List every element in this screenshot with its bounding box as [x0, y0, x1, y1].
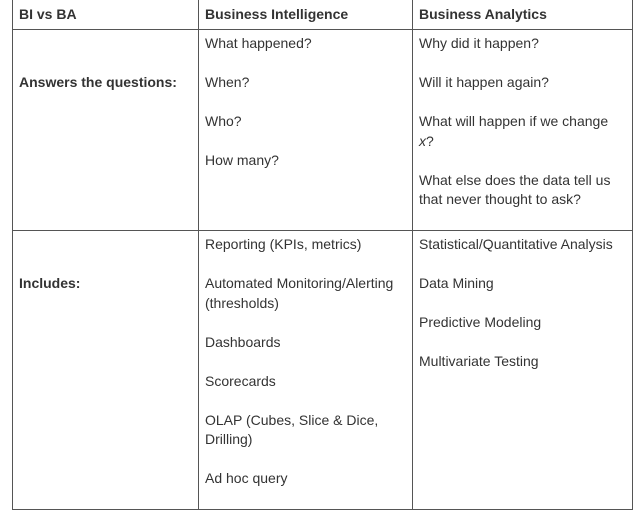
- bi-cell: What happened? When? Who? How many?: [198, 29, 413, 231]
- list-item: Ad hoc query: [205, 470, 288, 486]
- ba-cell: Why did it happen? Will it happen again?…: [412, 29, 633, 231]
- header-row: BI vs BA Business Intelligence Business …: [12, 0, 633, 30]
- list-item: Reporting (KPIs, metrics): [205, 236, 362, 252]
- item-text: ?: [426, 132, 434, 149]
- row-label-cell: Includes:: [12, 230, 199, 510]
- list-item: Will it happen again?: [419, 74, 549, 90]
- list-item: Predictive Modeling: [419, 314, 542, 330]
- row-label: Answers the questions:: [19, 74, 177, 90]
- list-item: Why did it happen?: [419, 35, 539, 51]
- header-cell: BI vs BA: [12, 0, 199, 30]
- list-item: Statistical/Quantitative Analysis: [419, 236, 613, 252]
- list-item: What else does the data tell us that nev…: [419, 171, 611, 208]
- header-cell: Business Analytics: [412, 0, 633, 30]
- list-item: What will happen if we change x?: [419, 112, 626, 151]
- header-cell: Business Intelligence: [198, 0, 413, 30]
- row-label: Includes:: [19, 275, 81, 291]
- list-item: Dashboards: [205, 333, 281, 350]
- row-label-cell: Answers the questions:: [12, 29, 199, 231]
- list-item: Who?: [205, 113, 242, 129]
- list-item: What happened?: [205, 35, 312, 51]
- item-text: What will happen if we change: [419, 113, 609, 129]
- list-item: How many?: [205, 152, 279, 168]
- variable-x: x: [419, 132, 426, 149]
- bi-vs-ba-table: BI vs BA Business Intelligence Business …: [12, 0, 633, 510]
- list-item: Multivariate Testing: [419, 353, 539, 369]
- list-item: Data Mining: [419, 275, 494, 291]
- list-item: When?: [205, 74, 250, 90]
- bi-cell: Reporting (KPIs, metrics) Automated Moni…: [198, 230, 413, 510]
- table-row: Answers the questions: What happened? Wh…: [12, 29, 633, 231]
- list-item: OLAP (Cubes, Slice & Dice, Drilling): [205, 411, 379, 448]
- ba-cell: Statistical/Quantitative Analysis Data M…: [412, 230, 633, 510]
- table-row: Includes: Reporting (KPIs, metrics) Auto…: [12, 230, 633, 510]
- list-item: Scorecards: [205, 372, 276, 389]
- list-item: Automated Monitoring/Alerting (threshold…: [205, 275, 394, 311]
